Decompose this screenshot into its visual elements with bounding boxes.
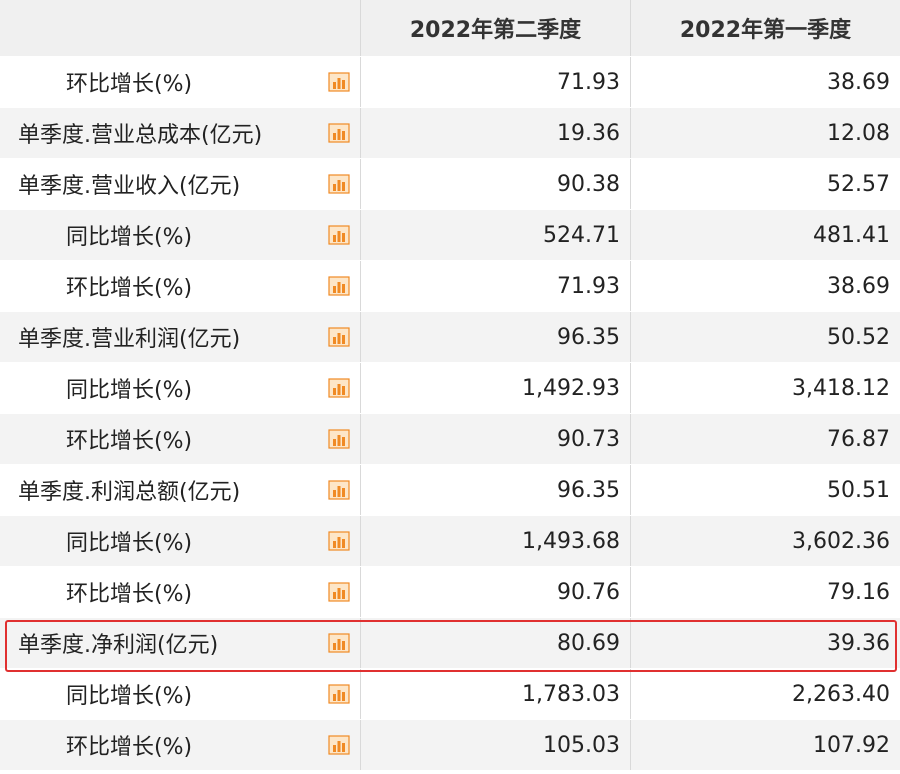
value-q1: 2,263.40 — [792, 681, 890, 707]
bar-chart-icon[interactable] — [317, 261, 361, 311]
table-row: 单季度.营业利润(亿元) 96.35 50.52 — [0, 312, 900, 363]
row-label: 单季度.利润总额(亿元) — [18, 480, 241, 505]
bar-chart-icon[interactable] — [317, 618, 361, 668]
table-row: 单季度.利润总额(亿元) 96.35 50.51 — [0, 465, 900, 516]
row-label: 单季度.营业总成本(亿元) — [18, 123, 263, 148]
table-row: 环比增长(%) 71.93 38.69 — [0, 261, 900, 312]
bar-chart-icon[interactable] — [317, 312, 361, 362]
financial-table: 2022年第二季度 2022年第一季度 环比增长(%) 71.93 38.69 单季度… — [0, 0, 900, 771]
value-q1: 39.36 — [827, 630, 890, 656]
table-row: 同比增长(%) 524.71 481.41 — [0, 210, 900, 261]
value-q2: 1,783.03 — [361, 669, 631, 719]
value-q2: 80.69 — [361, 618, 631, 668]
row-label: 同比增长(%) — [66, 531, 193, 556]
row-label: 单季度.营业收入(亿元) — [18, 174, 241, 199]
bar-chart-icon[interactable] — [317, 567, 361, 617]
bar-chart-icon[interactable] — [317, 210, 361, 260]
row-label: 环比增长(%) — [66, 72, 193, 97]
value-q1: 52.57 — [827, 171, 890, 197]
value-q2: 71.93 — [361, 261, 631, 311]
row-label: 单季度.营业利润(亿元) — [18, 327, 241, 352]
table-row: 环比增长(%) 71.93 38.69 — [0, 57, 900, 108]
bar-chart-icon[interactable] — [317, 57, 361, 107]
table-row: 单季度.营业收入(亿元) 90.38 52.57 — [0, 159, 900, 210]
value-q2: 1,493.68 — [361, 516, 631, 566]
value-q1: 107.92 — [813, 732, 890, 758]
bar-chart-icon[interactable] — [317, 159, 361, 209]
value-q1: 3,418.12 — [792, 375, 890, 401]
value-q2: 90.73 — [361, 414, 631, 464]
row-label: 同比增长(%) — [66, 684, 193, 709]
value-q2: 19.36 — [361, 108, 631, 158]
bar-chart-icon[interactable] — [317, 108, 361, 158]
value-q2: 1,492.93 — [361, 363, 631, 413]
header-icon-cell — [317, 0, 361, 56]
value-q1: 50.51 — [827, 477, 890, 503]
table-row: 环比增长(%) 90.76 79.16 — [0, 567, 900, 618]
table-body: 环比增长(%) 71.93 38.69 单季度.营业总成本(亿元) 19.36 12.08… — [0, 57, 900, 771]
header-q2-2022[interactable]: 2022年第二季度 — [361, 0, 631, 56]
value-q2: 71.93 — [361, 57, 631, 107]
table-row: 同比增长(%) 1,493.68 3,602.36 — [0, 516, 900, 567]
table-row: 单季度.营业总成本(亿元) 19.36 12.08 — [0, 108, 900, 159]
table-row: 同比增长(%) 1,783.03 2,263.40 — [0, 669, 900, 720]
value-q1: 76.87 — [827, 426, 890, 452]
row-label: 同比增长(%) — [66, 225, 193, 250]
row-label: 环比增长(%) — [66, 735, 193, 760]
row-label: 单季度.净利润(亿元) — [18, 633, 219, 658]
bar-chart-icon[interactable] — [317, 516, 361, 566]
value-q2: 96.35 — [361, 312, 631, 362]
table-row: 环比增长(%) 90.73 76.87 — [0, 414, 900, 465]
bar-chart-icon[interactable] — [317, 720, 361, 770]
value-q1: 38.69 — [827, 69, 890, 95]
value-q1: 50.52 — [827, 324, 890, 350]
value-q2: 90.76 — [361, 567, 631, 617]
row-label: 同比增长(%) — [66, 378, 193, 403]
value-q1: 38.69 — [827, 273, 890, 299]
table-row: 单季度.净利润(亿元) 80.69 39.36 — [0, 618, 900, 669]
value-q1: 79.16 — [827, 579, 890, 605]
table-header: 2022年第二季度 2022年第一季度 — [0, 0, 900, 57]
row-label: 环比增长(%) — [66, 276, 193, 301]
table-row: 同比增长(%) 1,492.93 3,418.12 — [0, 363, 900, 414]
value-q2: 96.35 — [361, 465, 631, 515]
bar-chart-icon[interactable] — [317, 414, 361, 464]
header-q1-2022[interactable]: 2022年第一季度 — [631, 0, 900, 56]
bar-chart-icon[interactable] — [317, 465, 361, 515]
value-q2: 105.03 — [361, 720, 631, 770]
table-row: 环比增长(%) 105.03 107.92 — [0, 720, 900, 771]
value-q2: 90.38 — [361, 159, 631, 209]
header-label-cell — [0, 0, 317, 56]
value-q1: 481.41 — [813, 222, 890, 248]
bar-chart-icon[interactable] — [317, 363, 361, 413]
row-label: 环比增长(%) — [66, 429, 193, 454]
value-q1: 12.08 — [827, 120, 890, 146]
row-label: 环比增长(%) — [66, 582, 193, 607]
value-q1: 3,602.36 — [792, 528, 890, 554]
bar-chart-icon[interactable] — [317, 669, 361, 719]
value-q2: 524.71 — [361, 210, 631, 260]
